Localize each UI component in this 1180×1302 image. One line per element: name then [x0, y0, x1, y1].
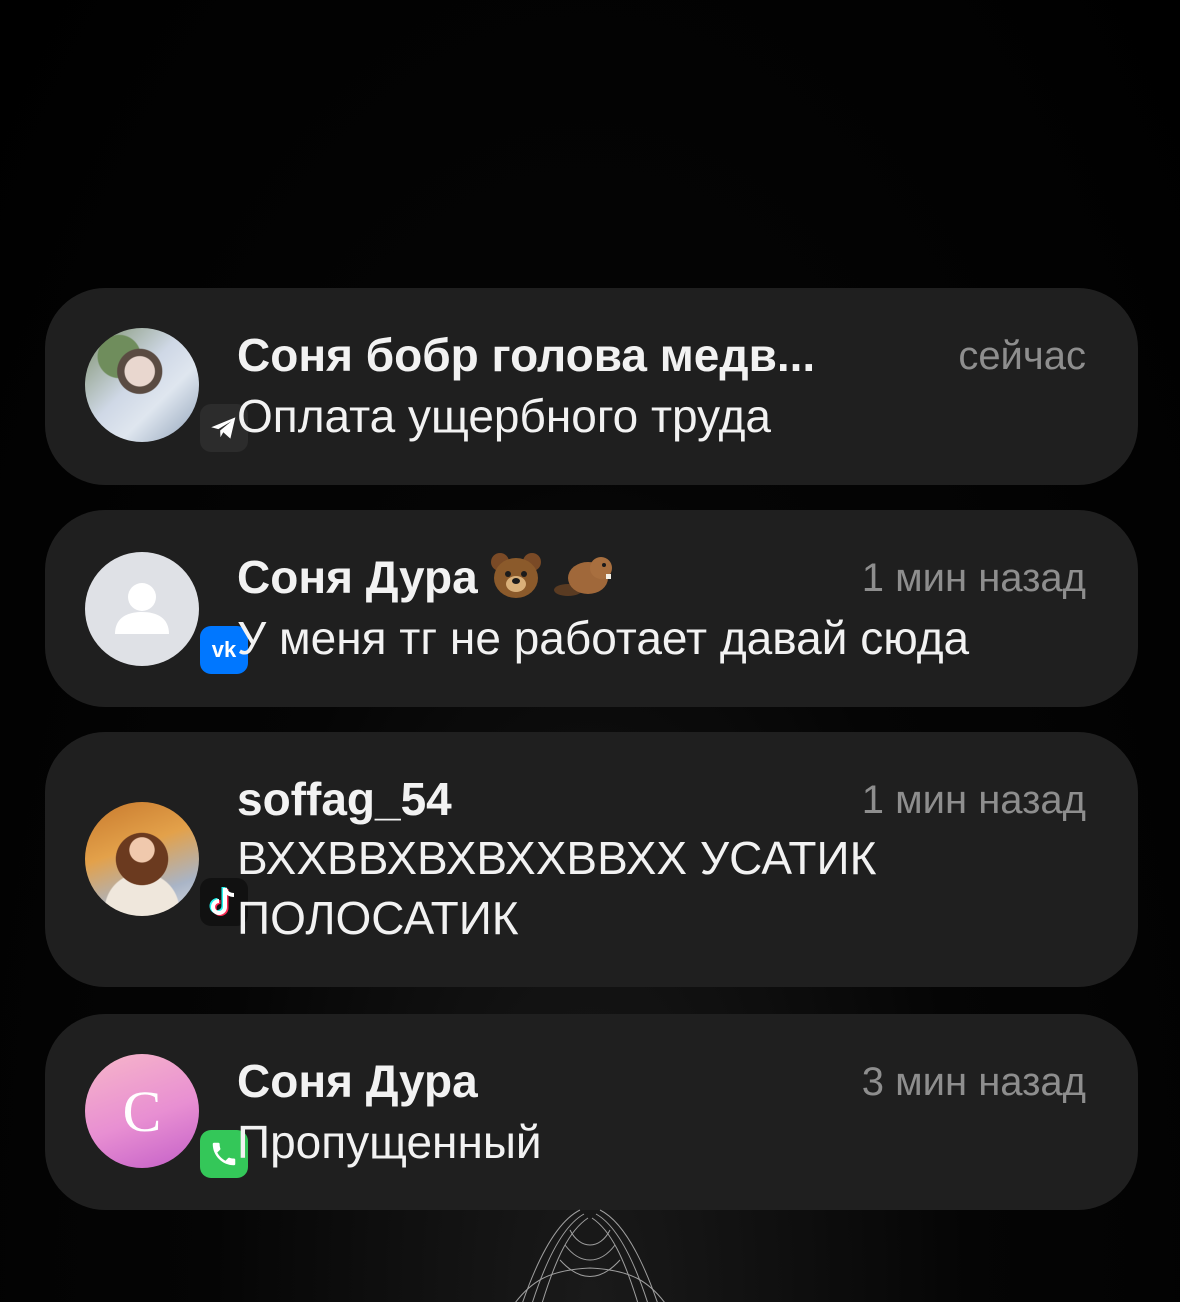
wallpaper-figure [515, 1209, 665, 1302]
notification-message-line1: ВХХВВХВХВХХВВХХ УСАТИК [237, 832, 877, 884]
beaver-emoji [553, 550, 616, 611]
sender-avatar [85, 328, 248, 452]
sender-avatar: vk [85, 552, 248, 674]
notification-vk[interactable]: vk Соня Дура 1 мин назад У меня тг не ра… [45, 510, 1138, 707]
notification-time: 1 мин назад [861, 556, 1086, 600]
sender-name: Соня Дура [237, 551, 478, 603]
default-person-avatar [85, 552, 199, 666]
notification-phone[interactable]: С Соня Дура 3 мин назад Пропущенный [45, 1014, 1138, 1210]
bear-emoji [488, 550, 544, 611]
notification-title: soffag_54 [237, 773, 452, 825]
notification-telegram[interactable]: Соня бобр голова медв... сейчас Оплата у… [45, 288, 1138, 485]
sender-avatar: С [85, 1054, 248, 1178]
notification-time: сейчас [958, 334, 1086, 378]
notification-message: У меня тг не работает давай сюда [237, 612, 970, 664]
avatar-letter: С [122, 1078, 162, 1144]
letter-avatar: С [85, 1054, 199, 1168]
photo-avatar [85, 328, 199, 442]
photo-avatar [85, 802, 199, 916]
notification-title: Соня Дура [237, 550, 616, 611]
lock-screen: Соня бобр голова медв... сейчас Оплата у… [0, 0, 1180, 1302]
sender-avatar [85, 802, 248, 926]
notification-time: 1 мин назад [861, 778, 1086, 822]
notification-title: Соня Дура [237, 1055, 478, 1107]
notification-message: Оплата ущербного труда [237, 390, 772, 442]
notification-time: 3 мин назад [861, 1060, 1086, 1104]
notification-title: Соня бобр голова медв... [237, 329, 816, 381]
notification-message-line2: ПОЛОСАТИК [237, 892, 519, 944]
notification-tiktok[interactable]: soffag_54 1 мин назад ВХХВВХВХВХХВВХХ УС… [45, 732, 1138, 987]
notification-message: Пропущенный [237, 1116, 542, 1168]
